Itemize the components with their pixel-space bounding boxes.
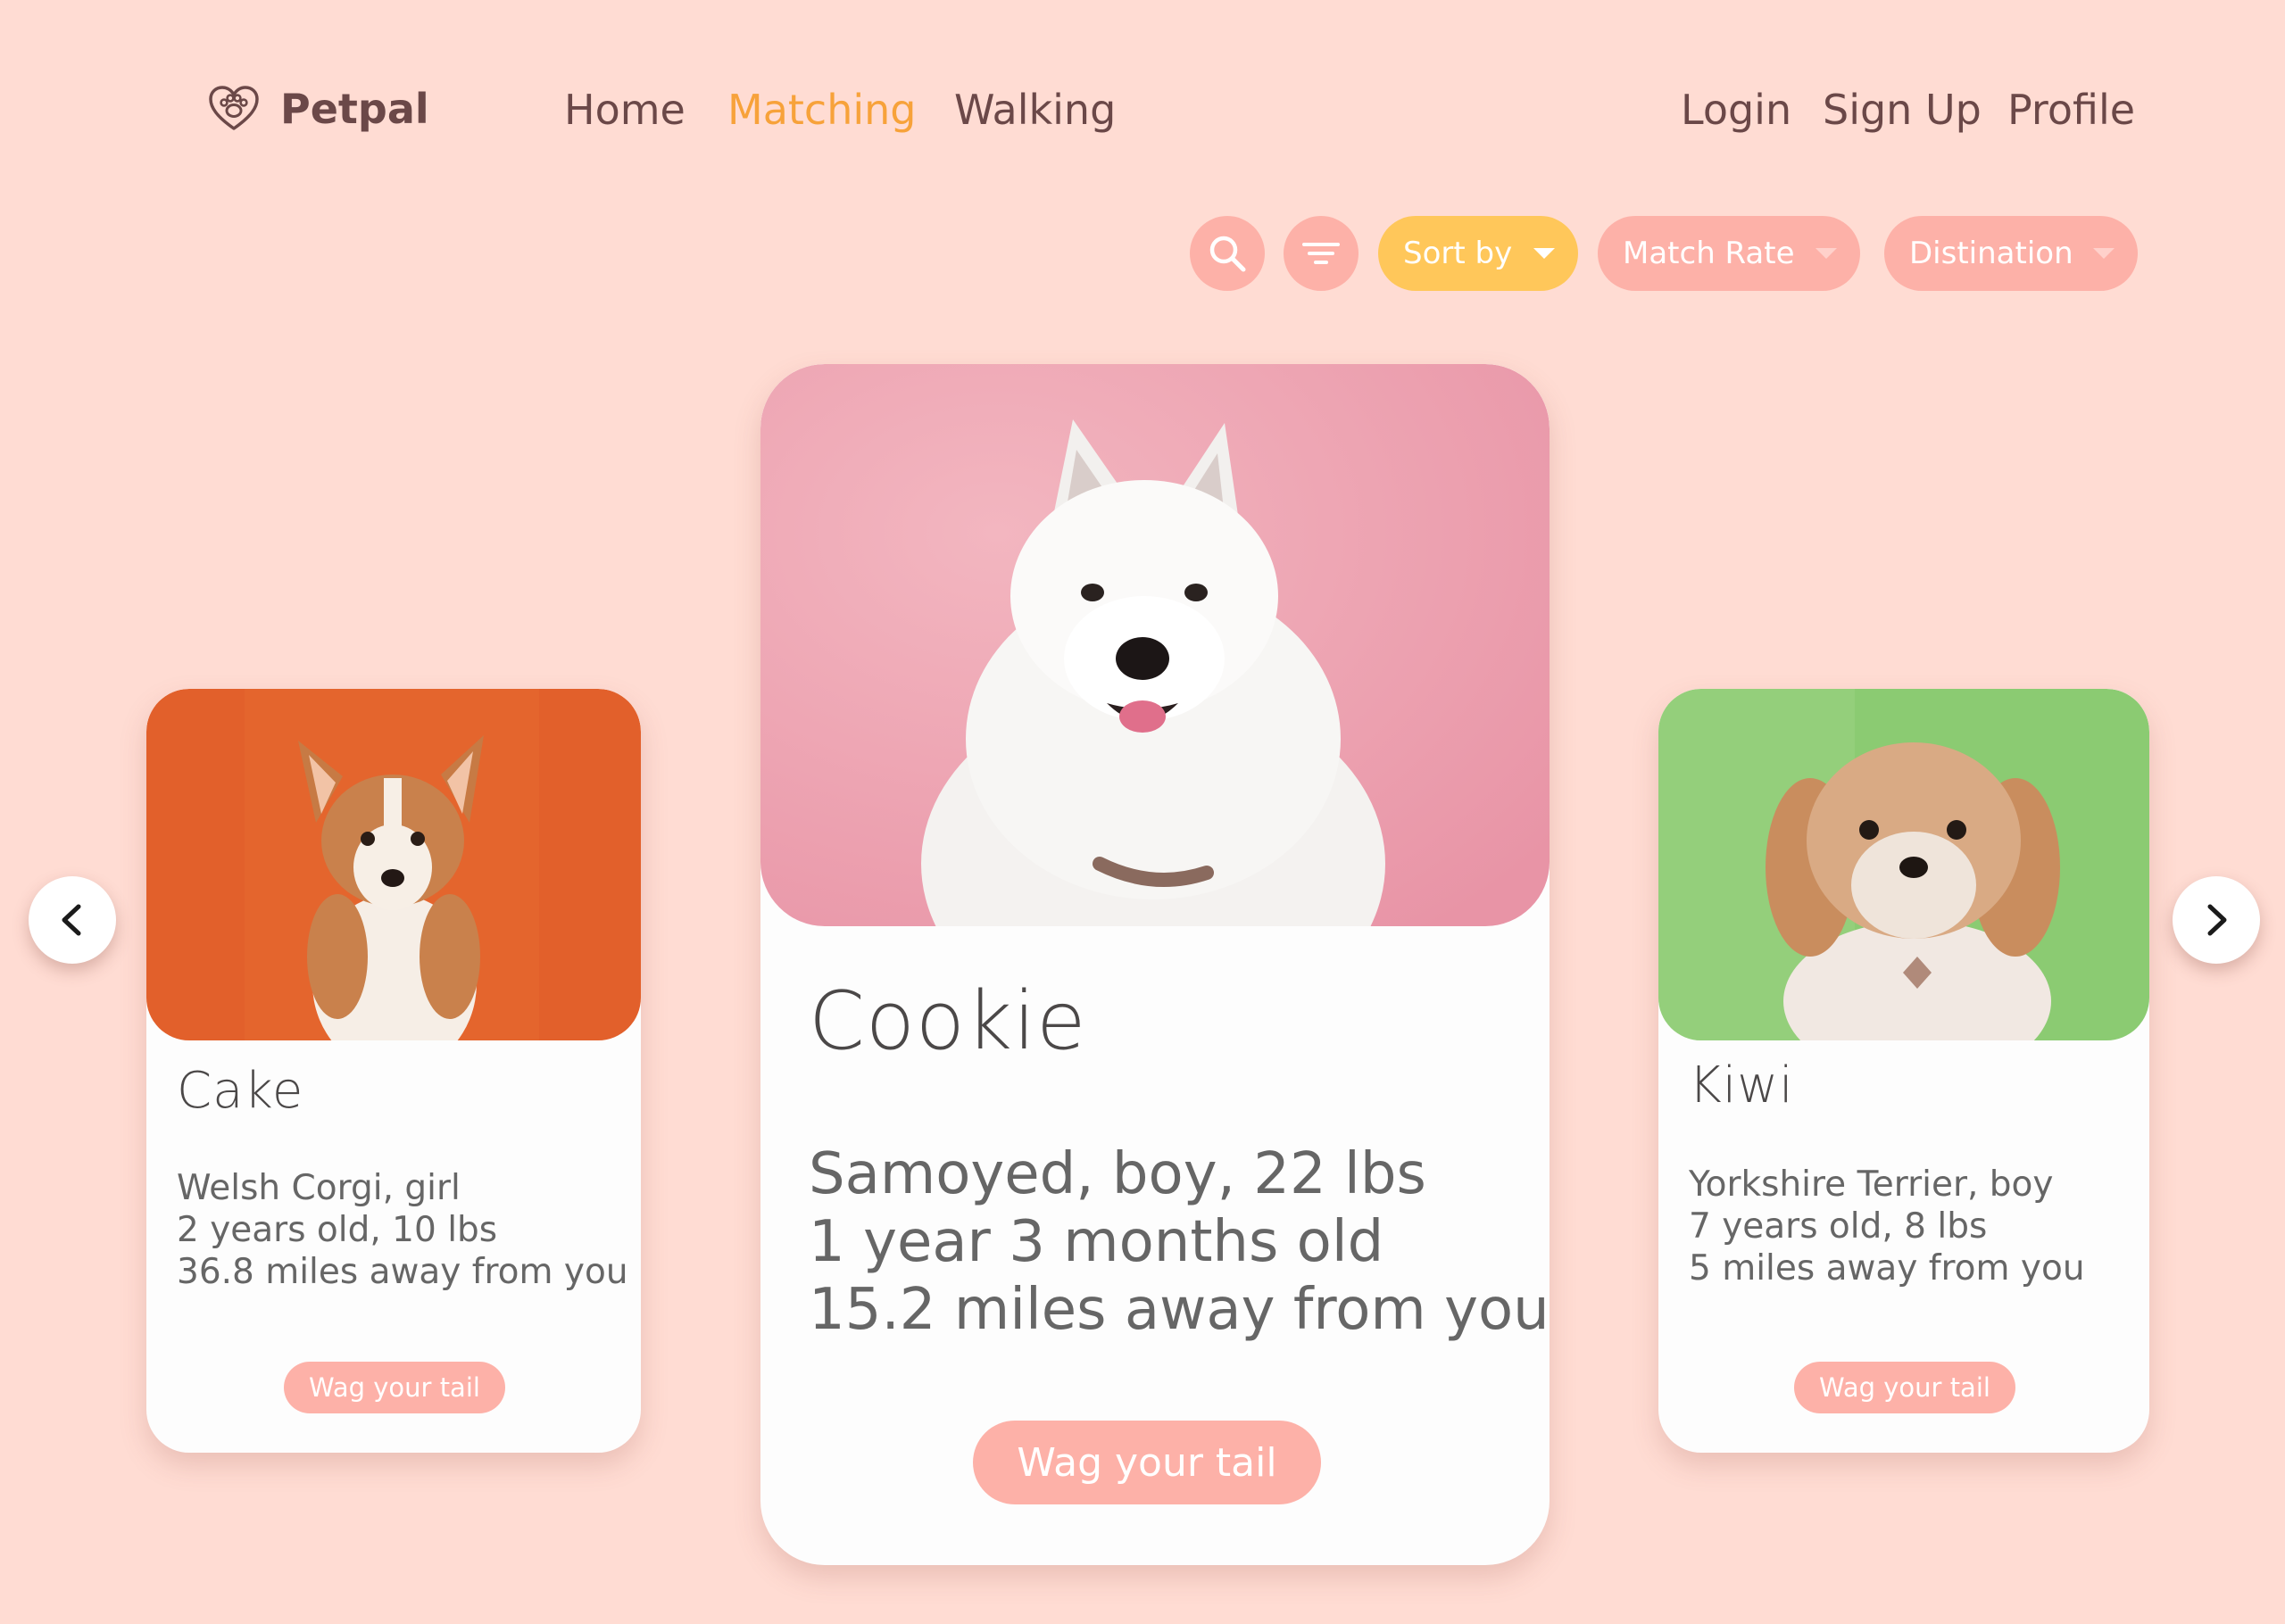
pet-breed: Welsh Corgi, girl bbox=[177, 1168, 461, 1208]
pet-breed: Samoyed, boy, 22 lbs bbox=[809, 1141, 1426, 1207]
sort-by-label: Sort by bbox=[1403, 236, 1513, 271]
pet-distance: 15.2 miles away from you bbox=[809, 1277, 1550, 1343]
destination-label: Distination bbox=[1909, 236, 2073, 271]
yorkie-photo bbox=[1658, 689, 2149, 1040]
pet-breed: Yorkshire Terrier, boy bbox=[1689, 1164, 2054, 1205]
match-rate-label: Match Rate bbox=[1623, 236, 1795, 271]
carousel-prev-button[interactable] bbox=[29, 876, 116, 964]
chevron-down-icon bbox=[1816, 248, 1837, 259]
pet-distance: 5 miles away from you bbox=[1689, 1248, 2085, 1288]
pet-details: Yorkshire Terrier, boy 7 years old, 8 lb… bbox=[1689, 1164, 2085, 1289]
wag-your-tail-button[interactable]: Wag your tail bbox=[1794, 1362, 2015, 1413]
brand-name: Petpal bbox=[280, 85, 429, 133]
sort-by-dropdown[interactable]: Sort by bbox=[1378, 216, 1578, 291]
search-icon bbox=[1209, 236, 1246, 272]
pet-age-weight: 2 years old, 10 lbs bbox=[177, 1210, 498, 1250]
nav-matching[interactable]: Matching bbox=[727, 86, 917, 134]
pet-photo-cookie bbox=[760, 364, 1550, 926]
filter-button[interactable] bbox=[1284, 216, 1359, 291]
pet-details: Samoyed, boy, 22 lbs 1 year 3 months old… bbox=[809, 1140, 1550, 1344]
brand-logo[interactable]: Petpal bbox=[207, 82, 429, 136]
chevron-right-icon bbox=[2207, 904, 2227, 936]
samoyed-photo bbox=[760, 364, 1550, 926]
corgi-photo bbox=[146, 689, 641, 1040]
nav-signup[interactable]: Sign Up bbox=[1823, 86, 1982, 134]
pet-card-cookie[interactable]: Cookie Samoyed, boy, 22 lbs 1 year 3 mon… bbox=[760, 364, 1550, 1565]
pet-name: Kiwi bbox=[1689, 1056, 1794, 1114]
search-button[interactable] bbox=[1190, 216, 1265, 291]
wag-your-tail-button[interactable]: Wag your tail bbox=[284, 1362, 505, 1413]
pet-distance: 36.8 miles away from you bbox=[177, 1252, 628, 1292]
filter-icon bbox=[1302, 243, 1340, 264]
nav-login[interactable]: Login bbox=[1681, 86, 1791, 134]
chevron-down-icon bbox=[1533, 248, 1555, 259]
pet-age: 1 year 3 months old bbox=[809, 1209, 1384, 1275]
match-rate-dropdown[interactable]: Match Rate bbox=[1598, 216, 1860, 291]
pet-card-cake[interactable]: Cake Welsh Corgi, girl 2 years old, 10 l… bbox=[146, 689, 641, 1453]
pet-details: Welsh Corgi, girl 2 years old, 10 lbs 36… bbox=[177, 1167, 628, 1293]
pet-photo-cake bbox=[146, 689, 641, 1040]
nav-home[interactable]: Home bbox=[564, 86, 686, 134]
nav-walking[interactable]: Walking bbox=[954, 86, 1116, 134]
destination-dropdown[interactable]: Distination bbox=[1884, 216, 2138, 291]
chevron-left-icon bbox=[62, 904, 81, 936]
nav-profile[interactable]: Profile bbox=[2007, 86, 2135, 134]
pet-card-kiwi[interactable]: Kiwi Yorkshire Terrier, boy 7 years old,… bbox=[1658, 689, 2149, 1453]
pet-age-weight: 7 years old, 8 lbs bbox=[1689, 1206, 1988, 1247]
wag-your-tail-button[interactable]: Wag your tail bbox=[973, 1421, 1321, 1504]
heart-paw-icon bbox=[209, 86, 259, 130]
pet-name: Cake bbox=[177, 1062, 304, 1120]
carousel-next-button[interactable] bbox=[2173, 876, 2260, 964]
pet-photo-kiwi bbox=[1658, 689, 2149, 1040]
chevron-down-icon bbox=[2093, 248, 2115, 259]
pet-name: Cookie bbox=[809, 974, 1087, 1068]
